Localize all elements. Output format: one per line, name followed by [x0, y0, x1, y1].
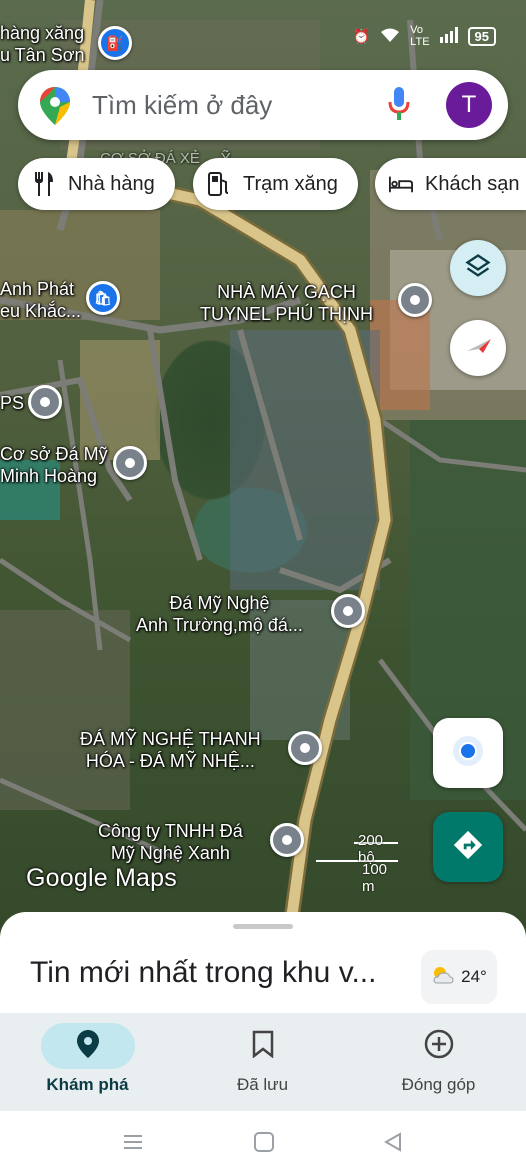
- place-label-anh-phat[interactable]: Anh Phát eu Khắc...: [0, 278, 81, 322]
- weather-chip[interactable]: 24°: [421, 950, 497, 1004]
- place-label-gach-tuynel[interactable]: NHÀ MÁY GẠCH TUYNEL PHÚ THỊNH: [200, 281, 373, 325]
- place-label-gas-station[interactable]: hàng xăng u Tân Sơn: [0, 22, 85, 66]
- nav-saved[interactable]: Đã lưu: [175, 1013, 350, 1111]
- battery-indicator: 95: [467, 26, 496, 46]
- signal-icon: [439, 26, 458, 46]
- bookmark-icon: [252, 1030, 274, 1063]
- place-label-my-nghe-xanh[interactable]: Công ty TNHH Đá Mỹ Nghệ Xanh: [98, 820, 243, 864]
- explore-pin-icon: [76, 1029, 99, 1063]
- place-pin-icon[interactable]: [331, 594, 365, 628]
- place-pin-icon[interactable]: [28, 385, 62, 419]
- directions-icon: [451, 828, 485, 867]
- volte-icon: Vo LTE: [410, 24, 430, 48]
- nav-label: Đóng góp: [401, 1075, 476, 1094]
- place-pin-icon[interactable]: [113, 446, 147, 480]
- back-icon[interactable]: [382, 1131, 404, 1158]
- place-pin-icon[interactable]: [398, 283, 432, 317]
- chip-hotels[interactable]: Khách sạn: [375, 158, 526, 210]
- my-location-button[interactable]: [433, 718, 503, 788]
- nav-explore[interactable]: Khám phá: [0, 1013, 175, 1111]
- restaurant-icon: [32, 172, 56, 196]
- account-avatar[interactable]: T: [446, 82, 492, 128]
- recents-icon[interactable]: [122, 1131, 144, 1158]
- my-location-icon: [451, 734, 485, 773]
- layers-icon: [464, 252, 492, 285]
- sheet-title[interactable]: Tin mới nhất trong khu v...: [30, 956, 376, 990]
- compass-icon: [461, 329, 495, 368]
- sheet-drag-handle[interactable]: [233, 924, 293, 929]
- microphone-icon[interactable]: [388, 87, 410, 126]
- hotel-icon: [389, 172, 413, 196]
- gas-station-pin-icon[interactable]: ⛽: [98, 26, 132, 60]
- layers-button[interactable]: [450, 240, 506, 296]
- add-circle-icon: [424, 1029, 454, 1064]
- compass-button[interactable]: [450, 320, 506, 376]
- bottom-navigation: Khám phá Đã lưu Đóng góp: [0, 1013, 526, 1111]
- partly-cloudy-icon: [431, 965, 455, 990]
- chip-restaurants[interactable]: Nhà hàng: [18, 158, 175, 210]
- search-bar[interactable]: Tìm kiếm ở đây T: [18, 70, 508, 140]
- place-label-minh-hoang[interactable]: Cơ sở Đá Mỹ Minh Hoàng: [0, 443, 108, 487]
- chip-label: Khách sạn: [425, 172, 520, 195]
- place-label-ps[interactable]: PS: [0, 392, 24, 414]
- chip-label: Nhà hàng: [68, 172, 155, 195]
- search-placeholder[interactable]: Tìm kiếm ở đây: [92, 90, 272, 121]
- alarm-icon: ⏰: [352, 27, 371, 44]
- place-pin-icon[interactable]: [288, 731, 322, 765]
- chip-gas-stations[interactable]: Trạm xăng: [193, 158, 358, 210]
- place-label-anh-truong[interactable]: Đá Mỹ Nghệ Anh Trường,mộ đá...: [136, 592, 303, 636]
- google-maps-logo-icon: [40, 87, 70, 130]
- temperature: 24°: [461, 967, 487, 986]
- nav-label: Đã lưu: [236, 1075, 289, 1094]
- place-pin-icon[interactable]: [270, 823, 304, 857]
- wifi-icon: [380, 27, 400, 46]
- home-icon[interactable]: [253, 1131, 275, 1158]
- nav-contribute[interactable]: Đóng góp: [351, 1013, 526, 1111]
- gas-station-icon: [207, 172, 231, 196]
- shopping-pin-icon[interactable]: 🛍: [86, 281, 120, 315]
- nav-label: Khám phá: [46, 1075, 129, 1094]
- system-navigation-bar: [0, 1111, 526, 1175]
- place-label-thanh-hoa[interactable]: ĐÁ MỸ NGHỆ THANH HÓA - ĐÁ MỸ NHỆ...: [80, 728, 261, 772]
- chip-label: Trạm xăng: [243, 172, 338, 195]
- explore-sheet[interactable]: Tin mới nhất trong khu v... 24°: [0, 912, 526, 1022]
- google-maps-watermark: Google Maps: [26, 864, 177, 892]
- directions-button[interactable]: [433, 812, 503, 882]
